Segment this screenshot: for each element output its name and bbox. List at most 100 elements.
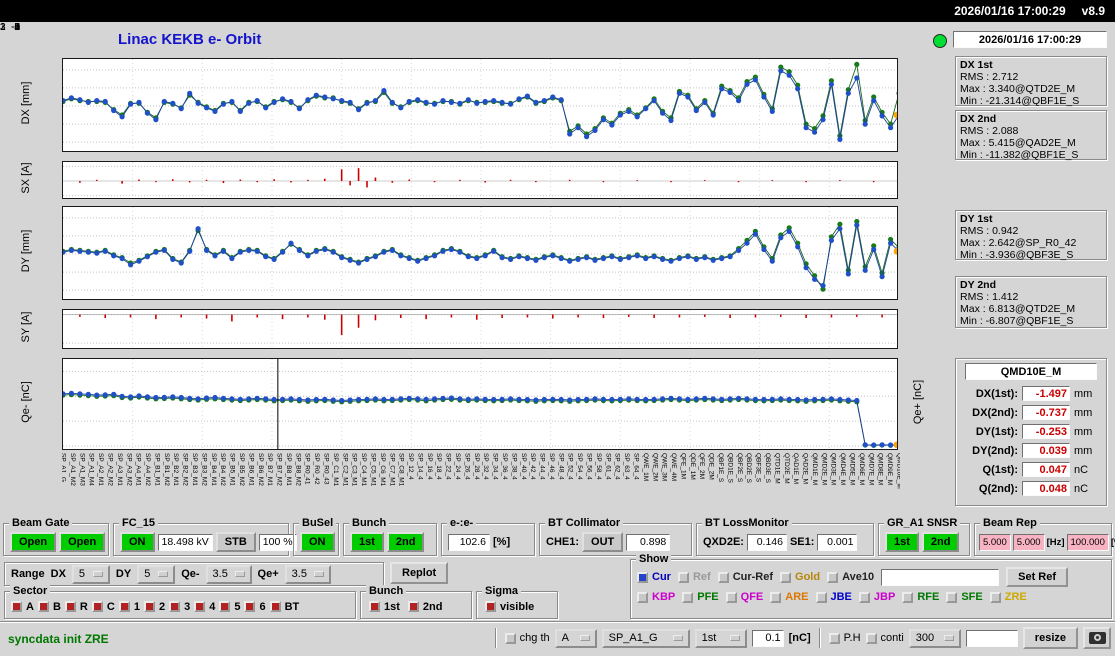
- sector-toggle-4[interactable]: 4: [194, 601, 215, 613]
- fc15-stb-button[interactable]: STB: [215, 532, 256, 552]
- sector-toggle-1[interactable]: 1: [118, 601, 140, 613]
- range-dy-select[interactable]: 5: [137, 564, 176, 584]
- toggle-label: 6: [259, 600, 266, 613]
- show-sfe-toggle[interactable]: SFE: [946, 591, 983, 603]
- sigma-visible-toggle[interactable]: visible: [485, 601, 534, 613]
- range-dx-value: 5: [78, 568, 86, 580]
- snsr-2nd-button[interactable]: 2nd: [921, 532, 960, 552]
- sector-toggle-bt[interactable]: BT: [269, 601, 299, 613]
- beam-gate-open-button-1[interactable]: Open: [10, 532, 57, 552]
- fc15-on-button[interactable]: ON: [120, 532, 155, 552]
- sector-toggle-a[interactable]: A: [11, 601, 34, 613]
- replot-button[interactable]: Replot: [390, 562, 449, 584]
- bunch-2nd-toggle[interactable]: 2nd: [407, 601, 442, 613]
- chg-th-toggle[interactable]: chg th: [504, 632, 550, 644]
- charge-plot[interactable]: [62, 358, 898, 450]
- beam-rep-value-2: 5.000: [1012, 533, 1045, 551]
- show-ave10-toggle[interactable]: Ave10: [827, 571, 874, 583]
- show-jbp-toggle[interactable]: JBP: [858, 591, 895, 603]
- range-label: Range: [11, 568, 45, 580]
- bunch-order-select[interactable]: 1st: [694, 628, 747, 648]
- show-jbe-toggle[interactable]: JBE: [815, 591, 852, 603]
- busel-on-button[interactable]: ON: [300, 532, 335, 552]
- monitor-row-label: DY(1st):: [975, 425, 1018, 438]
- show-cur-ref-toggle[interactable]: Cur-Ref: [717, 571, 773, 583]
- toggle-label: chg th: [519, 632, 550, 644]
- nc-unit-label: [nC]: [788, 632, 811, 644]
- sy-axis-label: SY [A]: [20, 311, 32, 343]
- stats-rms: RMS : 2.088: [960, 125, 1019, 137]
- threshold-input[interactable]: [751, 629, 784, 647]
- sector-toggle-r[interactable]: R: [64, 601, 88, 613]
- monitor-row: Q(1st): 0.047 nC: [960, 460, 1102, 479]
- checkbox-indicator: [11, 601, 22, 612]
- range-qe-plus-select[interactable]: 3.5: [284, 564, 331, 584]
- bunch-2nd-button[interactable]: 2nd: [386, 532, 425, 552]
- snsr-1st-button[interactable]: 1st: [885, 532, 919, 552]
- sy-steering-plot[interactable]: [62, 309, 898, 349]
- ref-name-input[interactable]: [881, 568, 1000, 586]
- dx-orbit-plot[interactable]: [62, 58, 898, 152]
- monitor-row-value: 0.039: [1022, 443, 1070, 458]
- show-are-toggle[interactable]: ARE: [770, 591, 809, 603]
- dx-2nd-stats: DX 2nd RMS : 2.088 Max : 5.415@QAD2E_M M…: [955, 110, 1107, 161]
- se1-value-display: 0.001: [817, 533, 858, 551]
- ph-toggle[interactable]: P.H: [828, 632, 861, 644]
- range-qe-minus-select[interactable]: 3.5: [205, 564, 252, 584]
- show-qfe-toggle[interactable]: QFE: [725, 591, 764, 603]
- set-ref-button[interactable]: Set Ref: [1006, 567, 1069, 587]
- sector-toggle-c[interactable]: C: [91, 601, 115, 613]
- group-title: BuSel: [299, 517, 337, 529]
- dy-orbit-plot[interactable]: [62, 206, 898, 300]
- checkbox-indicator: [219, 601, 231, 612]
- group-title: Sigma: [482, 585, 522, 597]
- group-title: Show: [636, 553, 672, 565]
- checkbox-indicator: [682, 591, 694, 603]
- show-pfe-toggle[interactable]: PFE: [682, 591, 719, 603]
- beam-gate-group: Beam Gate Open Open: [3, 517, 109, 556]
- statusbar-controls: chg th A SP_A1_G 1st [nC]: [492, 627, 1111, 649]
- show-kbp-toggle[interactable]: KBP: [637, 591, 675, 603]
- range-dx-select[interactable]: 5: [71, 564, 110, 584]
- sector-toggle-3[interactable]: 3: [169, 601, 190, 613]
- sector-toggle-6[interactable]: 6: [244, 600, 266, 613]
- show-gold-toggle[interactable]: Gold: [780, 571, 820, 583]
- checkbox-indicator: [902, 591, 914, 603]
- che1-out-button[interactable]: OUT: [582, 532, 624, 552]
- show-zre-toggle[interactable]: ZRE: [989, 591, 1027, 603]
- sector-toggle-2[interactable]: 2: [143, 601, 165, 613]
- mode-select[interactable]: A: [554, 628, 597, 648]
- busel-group: BuSel ON: [293, 517, 339, 556]
- show-ref-toggle[interactable]: Ref: [677, 571, 711, 583]
- sx-steering-plot[interactable]: [62, 161, 898, 199]
- percent-unit-label-2: [%]: [1110, 536, 1115, 548]
- app-window: 2026/01/16 17:00:29 v8.9 Linac KEKB e- O…: [0, 0, 1115, 656]
- conti-toggle[interactable]: conti: [865, 632, 904, 644]
- bunch-1st-button[interactable]: 1st: [350, 532, 384, 552]
- bunch-1st-toggle[interactable]: 1st: [369, 601, 400, 613]
- monitor-row-unit: mm: [1074, 406, 1093, 419]
- monitor-row: Q(2nd): 0.048 nC: [960, 479, 1102, 498]
- checkbox-indicator: [989, 591, 1001, 603]
- show-cur-toggle[interactable]: Cur: [637, 571, 671, 583]
- beam-gate-open-button-2[interactable]: Open: [59, 532, 106, 552]
- dx-1st-stats: DX 1st RMS : 2.712 Max : 3.340@QTD2E_M M…: [955, 56, 1107, 107]
- interval-select[interactable]: 300: [908, 628, 961, 648]
- ee-ratio-group: e-:e- 102.6 [%]: [441, 517, 535, 556]
- monitor-row: DX(2nd): -0.737 mm: [960, 403, 1102, 422]
- status-message: syncdata init ZRE: [8, 632, 109, 646]
- show-rfe-toggle[interactable]: RFE: [902, 591, 939, 603]
- sector-toggle-5[interactable]: 5: [219, 601, 240, 613]
- aux-input[interactable]: [965, 629, 1018, 647]
- toggle-label: QFE: [740, 591, 764, 603]
- resize-button[interactable]: resize: [1022, 627, 1078, 649]
- snapshot-button[interactable]: [1083, 627, 1111, 649]
- sector-toggle-b[interactable]: B: [37, 600, 61, 613]
- monitor-select[interactable]: SP_A1_G: [601, 628, 690, 648]
- checkbox-indicator: [407, 601, 419, 612]
- group-title: FC_15: [119, 517, 159, 529]
- beam-rep-value-3: 100.000: [1066, 533, 1109, 551]
- toggle-label: ZRE: [1004, 591, 1027, 603]
- toggle-label: B: [52, 600, 61, 613]
- monitor-row-label: DY(2nd):: [972, 444, 1018, 457]
